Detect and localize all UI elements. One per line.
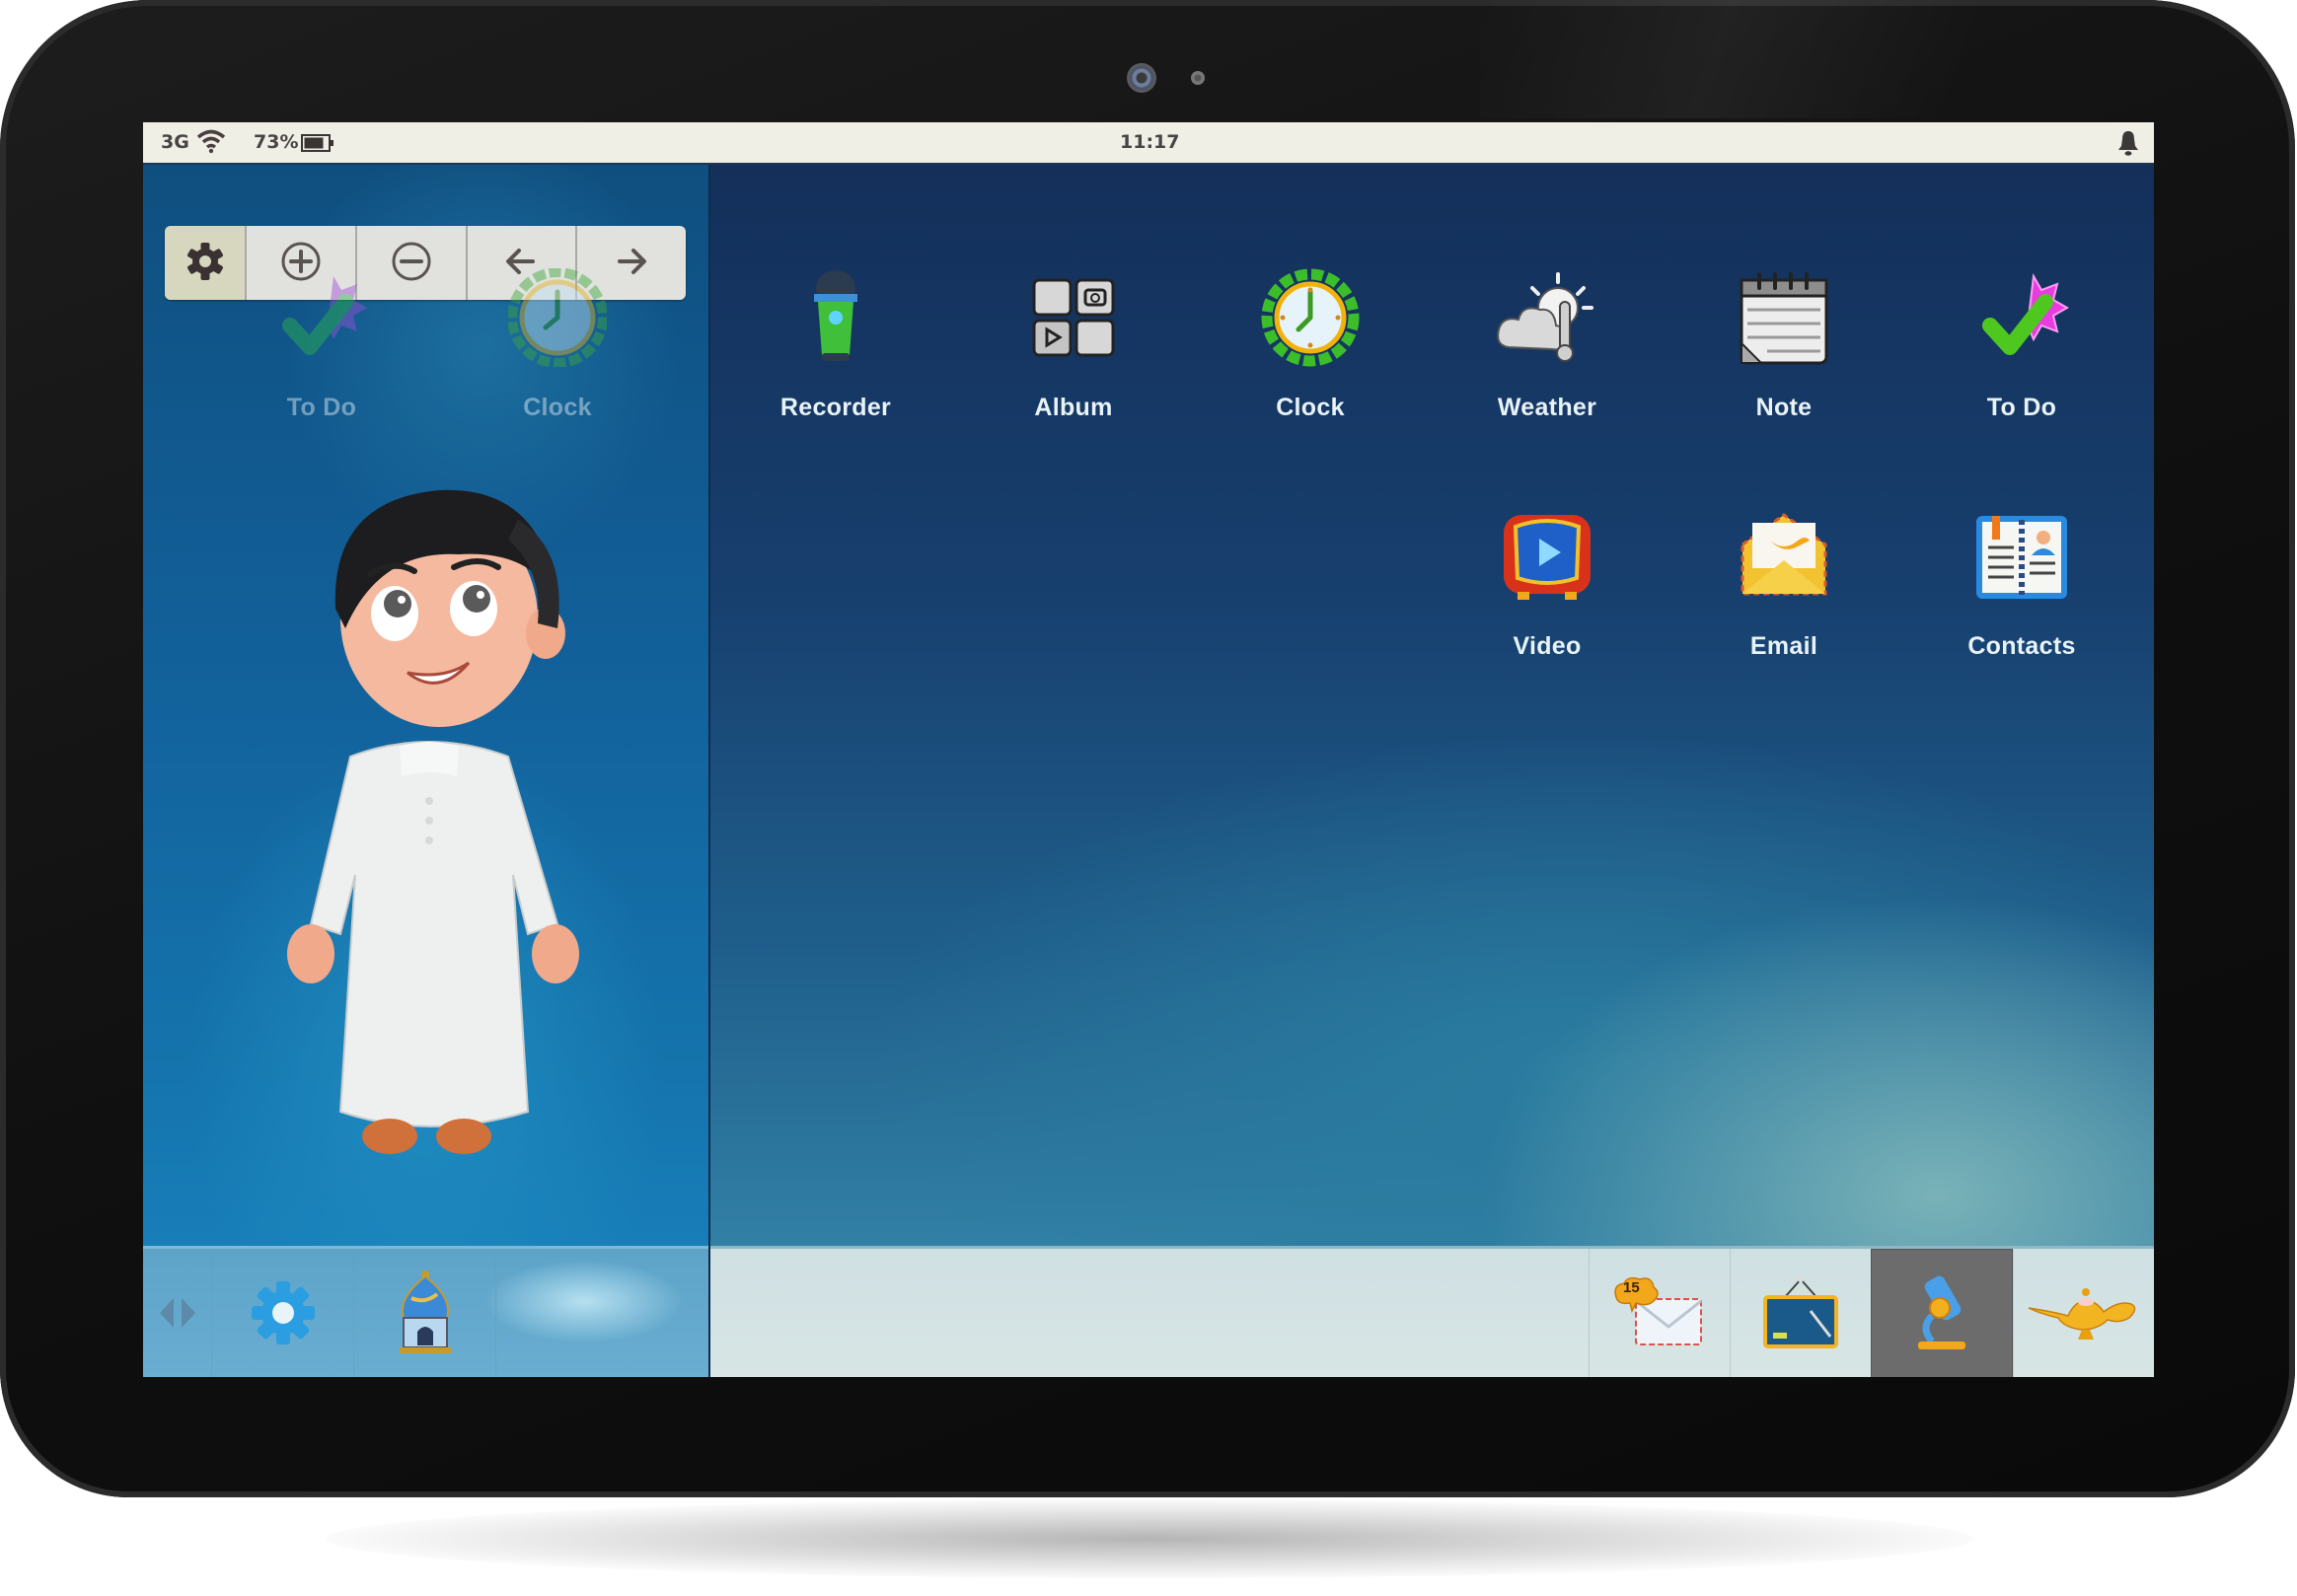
dock-settings-button[interactable] — [212, 1249, 354, 1377]
dock-science-button[interactable] — [1871, 1249, 2013, 1377]
app-recorder[interactable]: Recorder — [737, 263, 934, 422]
mosque-icon — [394, 1269, 457, 1361]
tablet-screen: 3G 73% 11:17 To Do Clock Recorder Album … — [143, 122, 2154, 1377]
app-note[interactable]: Note — [1685, 263, 1883, 422]
status-bar: 3G 73% 11:17 — [143, 122, 2154, 165]
app-label: Recorder — [779, 394, 892, 421]
left-app-todo[interactable]: To Do — [223, 263, 420, 422]
app-email[interactable]: Email — [1685, 502, 1883, 661]
app-label: Email — [1749, 632, 1818, 660]
bottom-dock: 15 — [710, 1246, 2154, 1377]
panel-toggle-button[interactable] — [143, 1249, 212, 1377]
app-video[interactable]: Video — [1448, 502, 1646, 661]
dock-magic-lamp-button[interactable] — [2013, 1249, 2154, 1377]
app-label: To Do — [286, 394, 357, 421]
battery-icon — [301, 134, 334, 156]
app-contacts[interactable]: Contacts — [1923, 502, 2120, 661]
gear-icon — [184, 240, 227, 287]
left-panel: To Do Clock — [143, 165, 710, 1377]
dock-mosque-button[interactable] — [354, 1249, 496, 1377]
camera-icon — [1127, 63, 1156, 93]
app-label: To Do — [1986, 394, 2057, 421]
clock-time: 11:17 — [1120, 131, 1180, 153]
bell-icon[interactable] — [2116, 129, 2140, 161]
sensor-icon — [1191, 71, 1205, 85]
left-app-clock[interactable]: Clock — [459, 263, 656, 422]
album-icon — [1019, 263, 1128, 372]
todo-check-icon — [267, 263, 376, 372]
mail-badge-icon: 15 — [1610, 1275, 1709, 1354]
battery-percent: 73% — [254, 131, 299, 153]
dock-messages-button[interactable]: 15 — [1589, 1249, 1730, 1377]
app-label: Weather — [1497, 394, 1597, 421]
contacts-book-icon — [1967, 502, 2076, 611]
app-label: Note — [1755, 394, 1813, 421]
weather-icon — [1493, 263, 1601, 372]
app-label: Clock — [1276, 394, 1345, 421]
todo-check-icon — [1967, 263, 2076, 372]
device-shadow — [326, 1499, 1973, 1578]
left-dock — [143, 1246, 708, 1377]
blackboard-icon — [1761, 1275, 1840, 1354]
home-screen: Recorder Album Clock Weather Note To Do … — [710, 165, 2154, 1377]
bezel-gloss — [1480, 0, 2289, 118]
network-indicator: 3G — [161, 131, 189, 153]
notepad-icon — [1730, 263, 1838, 372]
app-label: Clock — [523, 394, 592, 421]
boy-avatar-character[interactable] — [232, 461, 627, 1210]
settings-gear-icon — [249, 1278, 318, 1351]
app-album[interactable]: Album — [975, 263, 1172, 422]
message-count-badge: 15 — [1623, 1278, 1640, 1296]
app-weather[interactable]: Weather — [1448, 263, 1646, 422]
app-todo[interactable]: To Do — [1923, 263, 2120, 422]
clock-icon — [1256, 263, 1365, 372]
video-tv-icon — [1493, 502, 1601, 611]
app-clock[interactable]: Clock — [1212, 263, 1409, 422]
microphone-icon — [781, 263, 890, 372]
dock-blackboard-button[interactable] — [1730, 1249, 1871, 1377]
clock-icon — [503, 263, 612, 372]
dock-empty-slot — [496, 1249, 708, 1377]
microscope-icon — [1910, 1272, 1973, 1359]
wifi-icon — [196, 128, 226, 158]
email-lamp-icon — [1730, 502, 1838, 611]
app-label: Contacts — [1967, 632, 2076, 660]
magic-lamp-icon — [2025, 1278, 2143, 1351]
app-label: Video — [1513, 632, 1582, 660]
split-arrows-icon — [158, 1296, 197, 1334]
app-label: Album — [1034, 394, 1113, 421]
